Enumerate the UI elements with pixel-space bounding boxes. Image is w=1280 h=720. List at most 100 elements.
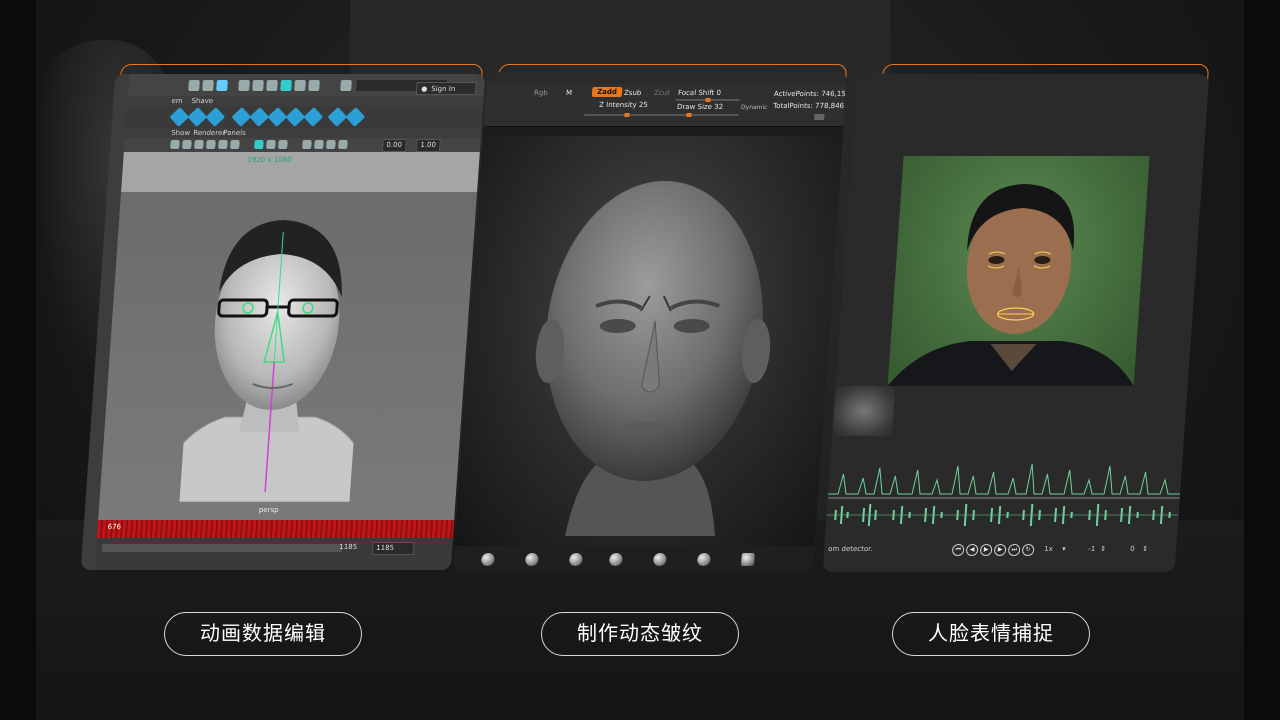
viewport-tool-icon[interactable] [182, 140, 192, 149]
shelf-icon[interactable] [285, 107, 306, 127]
shelf-icon[interactable] [267, 107, 288, 127]
waveform-graph [826, 463, 1181, 526]
offset-field[interactable]: -1 [1088, 545, 1096, 553]
viewport-menu-show[interactable]: Show [171, 129, 190, 137]
shelf-icon[interactable] [205, 107, 226, 127]
draw-size-track[interactable] [674, 113, 739, 117]
status-text: om detector. [827, 545, 873, 553]
timeline-keyframes[interactable]: 676 [96, 520, 455, 538]
toolbar-icon[interactable] [340, 80, 352, 91]
shelf-icon[interactable] [303, 107, 324, 127]
end-frame-label: 1185 [338, 543, 358, 551]
panel-wrinkle-sculpt: Rgb M Zadd Zsub Zcut Z Intensity 25 Foca… [452, 72, 848, 572]
range-slider: 1185 1185 [94, 538, 453, 570]
brush-sphere-icon[interactable] [568, 553, 583, 566]
skip-forward-icon[interactable]: ⏭ [1007, 544, 1021, 556]
playback-controls: om detector. ⏮ ◀ ▶ ▶ ⏭ ↻ 1x ▾ -1 ⇕ 0 ⇕ [823, 540, 1176, 560]
toolbar-icon[interactable] [266, 80, 278, 91]
caption-face-capture[interactable]: 人脸表情捕捉 [892, 612, 1090, 656]
current-frame-label: 676 [107, 523, 122, 531]
shelf-icon[interactable] [327, 107, 348, 127]
loop-icon[interactable]: ↻ [1021, 544, 1035, 556]
focal-shift-slider[interactable]: Focal Shift 0 [678, 89, 722, 97]
total-points-readout: TotalPoints: 778,846 [772, 102, 845, 110]
toolbar-icon[interactable] [252, 80, 264, 91]
toolbar-icon[interactable] [294, 80, 306, 91]
stepper-icon[interactable]: ⇕ [1142, 545, 1148, 553]
audio-waveform-track[interactable] [825, 454, 1183, 544]
zcut-button[interactable]: Zcut [654, 89, 670, 97]
scroll-indicator[interactable] [814, 114, 825, 120]
maya-viewport[interactable]: 1920 x 1080 persp [98, 152, 480, 520]
viewport-tool-icon[interactable] [218, 140, 228, 149]
zbrush-menu-bar [486, 72, 848, 84]
captured-face [887, 184, 1134, 386]
brush-sphere-icon[interactable] [652, 553, 667, 566]
brush-sphere-icon[interactable] [608, 553, 623, 566]
step-back-icon[interactable]: ◀ [965, 544, 979, 556]
zsub-button[interactable]: Zsub [624, 89, 642, 97]
caption-animation-edit[interactable]: 动画数据编辑 [164, 612, 362, 656]
toolbar-icon[interactable] [188, 80, 200, 91]
brush-sphere-icon[interactable] [480, 553, 495, 566]
zbrush-canvas[interactable] [454, 136, 844, 546]
shelf-tab-shave[interactable]: Shave [191, 97, 213, 105]
draw-size-slider[interactable]: Draw Size 32 [677, 103, 724, 111]
viewport-tool-icon[interactable] [326, 140, 336, 149]
stepper-icon[interactable]: ⇕ [1100, 545, 1106, 553]
viewport-tool-icon[interactable] [230, 140, 240, 149]
end-frame-field[interactable]: 1185 [371, 542, 415, 555]
active-points-readout: ActivePoints: 746,158 [773, 90, 848, 98]
toolbar-icon[interactable] [202, 80, 214, 91]
viewport-tool-icon[interactable] [170, 140, 180, 149]
range-bar[interactable] [101, 544, 343, 552]
caption-wrinkle-sculpt[interactable]: 制作动态皱纹 [541, 612, 739, 656]
step-forward-icon[interactable]: ▶ [993, 544, 1007, 556]
dropdown-chevron-icon[interactable]: ▾ [1062, 545, 1066, 553]
shelf-icon[interactable] [169, 107, 190, 127]
viewport-tool-icon[interactable] [278, 140, 288, 149]
dynamic-toggle[interactable]: Dynamic [741, 104, 768, 111]
zbrush-brush-tray [452, 546, 815, 572]
shelf-icon[interactable] [249, 107, 270, 127]
zadd-button[interactable]: Zadd [591, 87, 623, 97]
shelf-icon[interactable] [345, 107, 366, 127]
exposure-field[interactable]: 0.00 [381, 139, 407, 152]
viewport-menu-renderer[interactable]: Renderer [193, 129, 226, 137]
z-intensity-track[interactable] [584, 113, 675, 117]
shelf-icon[interactable] [187, 107, 208, 127]
background-scene: ● Sign In em Shave Show Renderer Panels … [0, 0, 1280, 720]
viewport-tool-icon[interactable] [302, 140, 312, 149]
focal-shift-track[interactable] [675, 98, 740, 102]
playback-speed-select[interactable]: 1x [1044, 545, 1053, 553]
sign-in-button[interactable]: ● Sign In [415, 82, 477, 95]
brush-sphere-icon[interactable] [696, 553, 711, 566]
viewport-tool-icon[interactable] [338, 140, 348, 149]
z-intensity-slider[interactable]: Z Intensity 25 [599, 101, 648, 109]
shelf-icon[interactable] [231, 107, 252, 127]
viewport-resolution-gate: 1920 x 1080 [121, 152, 480, 192]
skip-back-icon[interactable]: ⏮ [951, 544, 965, 556]
brush-cube-icon[interactable] [740, 553, 755, 566]
menu-item[interactable]: em [171, 97, 183, 105]
toolbar-icon[interactable] [238, 80, 250, 91]
counter-field[interactable]: 0 [1130, 545, 1135, 553]
gamma-field[interactable]: 1.00 [415, 139, 441, 152]
viewport-tool-icon[interactable] [266, 140, 276, 149]
viewport-tool-icon[interactable] [194, 140, 204, 149]
play-icon[interactable]: ▶ [979, 544, 993, 556]
sign-in-label: Sign In [431, 85, 456, 93]
toolbar-icon[interactable] [308, 80, 320, 91]
toolbar-icon[interactable] [280, 80, 292, 91]
viewport-tool-icon[interactable] [206, 140, 216, 149]
brush-sphere-icon[interactable] [524, 553, 539, 566]
sculpted-head [535, 181, 771, 536]
toolbar-icon[interactable] [216, 80, 228, 91]
viewport-tool-icon[interactable] [314, 140, 324, 149]
m-toggle[interactable]: M [566, 89, 573, 97]
rgb-toggle[interactable]: Rgb [534, 89, 548, 97]
right-letterbox [1244, 0, 1280, 720]
shelf-icons [125, 106, 484, 129]
viewport-tool-icon[interactable] [254, 140, 264, 149]
viewport-menu-panels[interactable]: Panels [223, 129, 246, 137]
